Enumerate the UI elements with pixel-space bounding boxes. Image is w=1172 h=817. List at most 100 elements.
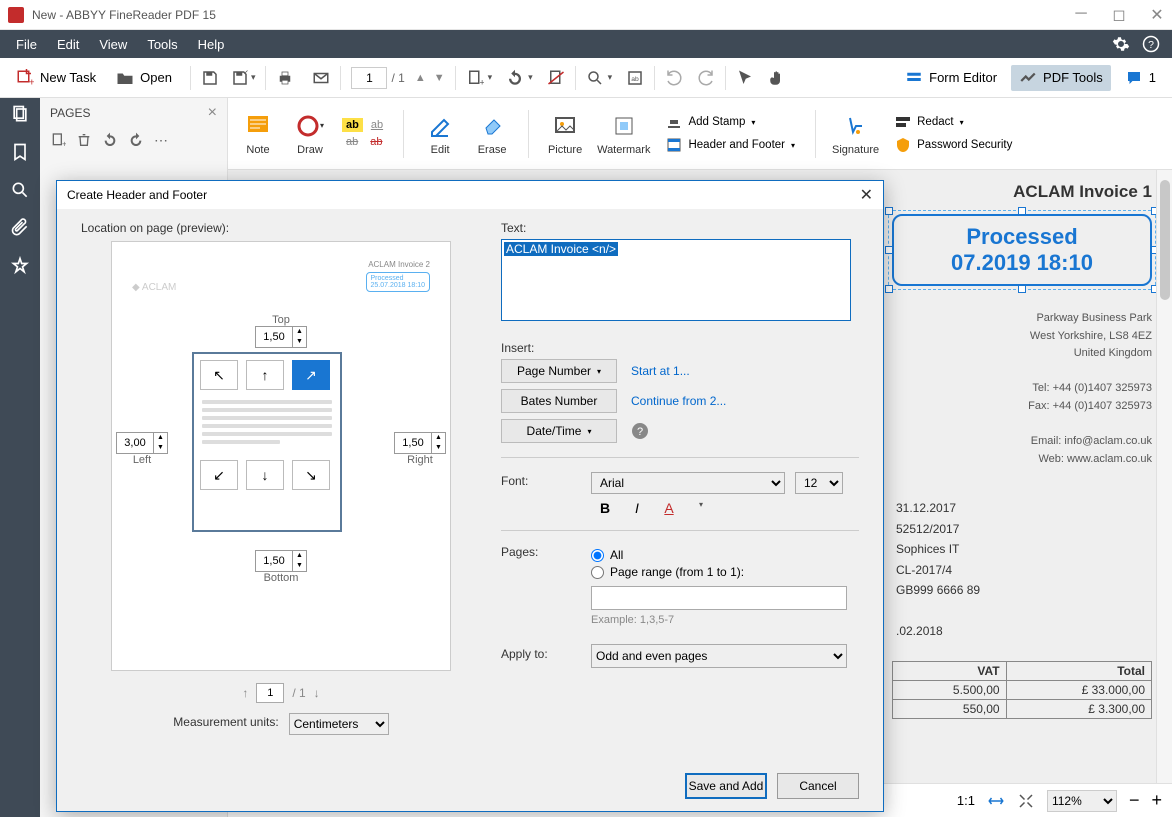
delete-page-icon[interactable]	[547, 69, 565, 87]
page-range-hint: Example: 1,3,5-7	[591, 614, 847, 626]
preview-page-input[interactable]	[256, 683, 284, 703]
ocr-icon[interactable]: ab	[626, 69, 644, 87]
picture-tool[interactable]: Picture	[545, 112, 585, 156]
zoom-out-button[interactable]: −	[1129, 790, 1140, 811]
new-task-button[interactable]: + New Task	[8, 65, 104, 91]
erase-tool[interactable]: Erase	[472, 112, 512, 156]
measurement-select[interactable]: Centimeters	[289, 713, 389, 735]
datetime-button[interactable]: Date/Time▾	[501, 419, 617, 443]
cancel-button[interactable]: Cancel	[777, 773, 859, 799]
page-down-icon[interactable]: ▼	[434, 72, 445, 84]
position-top-center[interactable]: ↑	[246, 360, 284, 390]
menu-tools[interactable]: Tools	[137, 33, 187, 56]
zoom-in-button[interactable]: +	[1151, 790, 1162, 811]
position-bottom-left[interactable]: ↙	[200, 460, 238, 490]
pages-range-radio[interactable]	[591, 566, 604, 579]
maximize-button[interactable]: ◻	[1112, 5, 1126, 25]
bottom-margin-input[interactable]	[256, 555, 292, 567]
menu-help[interactable]: Help	[188, 33, 235, 56]
position-top-right[interactable]: ↗	[292, 360, 330, 390]
add-page-icon[interactable]: +	[466, 69, 484, 87]
highlight-icon[interactable]: ab	[342, 118, 363, 132]
vertical-scrollbar[interactable]	[1156, 170, 1172, 783]
close-button[interactable]: ✕	[1150, 5, 1164, 25]
form-editor-button[interactable]: Form Editor	[897, 65, 1005, 91]
draw-tool[interactable]: ▾ Draw	[290, 112, 330, 156]
ratio-label[interactable]: 1:1	[957, 793, 975, 808]
comments-button[interactable]: 1	[1117, 65, 1164, 91]
menu-edit[interactable]: Edit	[47, 33, 89, 56]
italic-button[interactable]: I	[627, 500, 647, 516]
menu-file[interactable]: File	[6, 33, 47, 56]
edit-tool[interactable]: Edit	[420, 112, 460, 156]
processed-stamp[interactable]: Processed 07.2019 18:10	[892, 214, 1152, 286]
prev-page-icon[interactable]: ↑	[242, 686, 248, 700]
gear-icon[interactable]	[1112, 35, 1130, 53]
underline-icon[interactable]: ab	[367, 118, 387, 132]
continue-from-link[interactable]: Continue from 2...	[631, 394, 726, 408]
position-bottom-center[interactable]: ↓	[246, 460, 284, 490]
page-range-input[interactable]	[591, 586, 847, 610]
rotate-left-icon[interactable]	[102, 132, 118, 148]
menu-view[interactable]: View	[89, 33, 137, 56]
pages-rail-icon[interactable]	[10, 104, 30, 124]
password-security-button[interactable]: Password Security	[891, 135, 1016, 155]
attachments-rail-icon[interactable]	[10, 218, 30, 238]
search-icon[interactable]	[586, 69, 604, 87]
page-number-button[interactable]: Page Number▾	[501, 359, 617, 383]
font-size-select[interactable]: 12	[795, 472, 843, 494]
bold-button[interactable]: B	[595, 500, 615, 516]
print-icon[interactable]	[276, 69, 294, 87]
insert-text-icon[interactable]: ab	[366, 135, 386, 149]
start-at-link[interactable]: Start at 1...	[631, 364, 690, 378]
strikethrough-icon[interactable]: ab	[342, 135, 362, 149]
page-up-icon[interactable]: ▲	[415, 72, 426, 84]
apply-to-select[interactable]: Odd and even pages	[591, 644, 847, 668]
more-icon[interactable]: ⋯	[154, 132, 168, 149]
save-icon[interactable]	[201, 69, 219, 87]
pdf-tools-button[interactable]: PDF Tools	[1011, 65, 1111, 91]
undo-icon[interactable]	[665, 69, 683, 87]
rotate-right-icon[interactable]	[128, 132, 144, 148]
minimize-button[interactable]: ─	[1074, 5, 1088, 25]
create-header-footer-dialog: Create Header and Footer ✕ Location on p…	[56, 180, 884, 812]
left-margin-input[interactable]	[117, 437, 153, 449]
redact-button[interactable]: Redact▾	[891, 112, 1016, 132]
open-button[interactable]: Open	[108, 65, 180, 91]
zoom-select[interactable]: 112%	[1047, 790, 1117, 812]
bookmarks-rail-icon[interactable]	[10, 142, 30, 162]
position-top-left[interactable]: ↖	[200, 360, 238, 390]
save-and-add-button[interactable]: Save and Add	[685, 773, 767, 799]
page-number-input[interactable]	[351, 67, 387, 89]
hand-icon[interactable]	[768, 69, 786, 87]
help-icon[interactable]: ?	[1142, 35, 1160, 53]
fit-width-icon[interactable]	[987, 792, 1005, 810]
pointer-icon[interactable]	[736, 69, 754, 87]
right-margin-input[interactable]	[395, 437, 431, 449]
trash-icon[interactable]	[76, 132, 92, 148]
position-bottom-right[interactable]: ↘	[292, 460, 330, 490]
header-footer-button[interactable]: Header and Footer▾	[662, 135, 799, 155]
add-stamp-button[interactable]: Add Stamp▾	[662, 112, 799, 132]
dialog-close-button[interactable]: ✕	[860, 185, 873, 205]
font-name-select[interactable]: Arial	[591, 472, 785, 494]
help-icon[interactable]: ?	[631, 422, 649, 440]
save-as-icon[interactable]	[231, 69, 249, 87]
watermark-tool[interactable]: Watermark	[597, 112, 650, 156]
bates-number-button[interactable]: Bates Number	[501, 389, 617, 413]
next-page-icon[interactable]: ↓	[314, 686, 320, 700]
header-text-input[interactable]: ACLAM Invoice <n/>	[501, 239, 851, 321]
search-rail-icon[interactable]	[10, 180, 30, 200]
signatures-rail-icon[interactable]	[10, 256, 30, 276]
pages-all-radio[interactable]	[591, 549, 604, 562]
font-color-button[interactable]: A	[659, 500, 679, 516]
fit-page-icon[interactable]	[1017, 792, 1035, 810]
top-margin-input[interactable]	[256, 331, 292, 343]
pages-panel-close[interactable]: ×	[208, 104, 217, 122]
redo-icon[interactable]	[697, 69, 715, 87]
signature-tool[interactable]: Signature	[832, 112, 879, 156]
email-icon[interactable]	[312, 69, 330, 87]
rotate-icon[interactable]	[506, 69, 524, 87]
note-tool[interactable]: Note	[238, 112, 278, 156]
add-page-icon[interactable]: +	[50, 132, 66, 148]
